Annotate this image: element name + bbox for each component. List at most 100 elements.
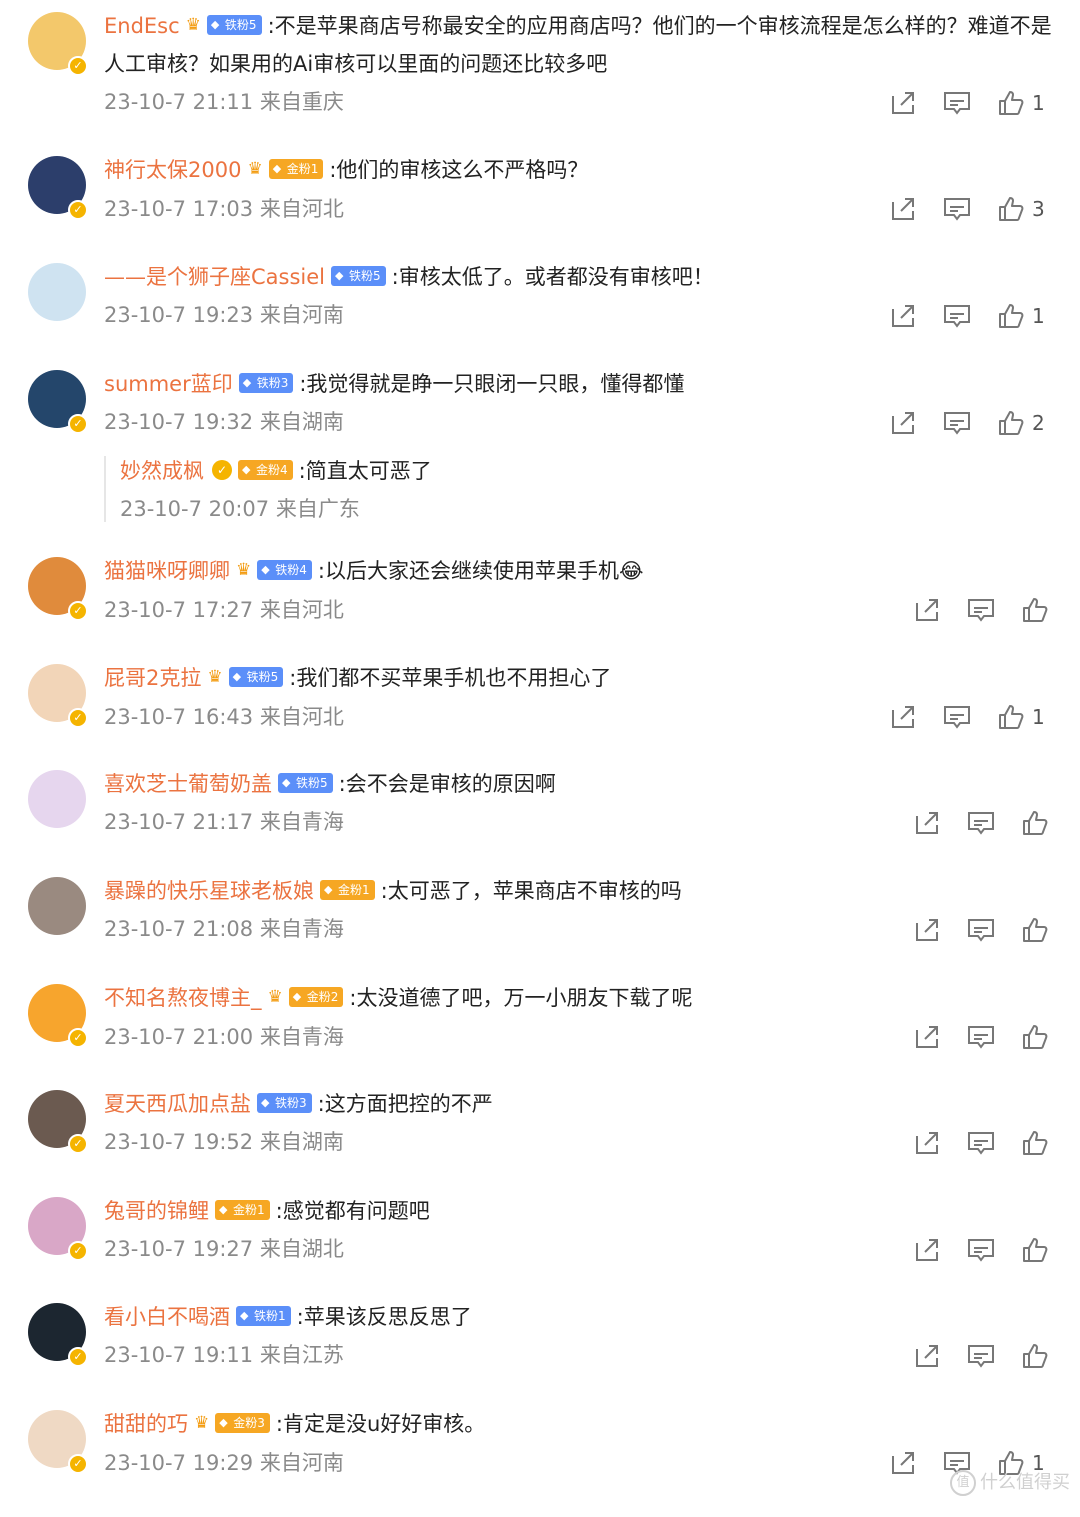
comment-icon[interactable]	[942, 702, 972, 732]
verified-badge-icon: ✓	[68, 1241, 88, 1261]
like-icon[interactable]	[996, 194, 1026, 224]
comment-text: :会不会是审核的原因啊	[338, 772, 556, 796]
username[interactable]: 夏天西瓜加点盐	[104, 1092, 251, 1116]
username[interactable]: 神行太保2000	[104, 158, 241, 182]
comment-icon[interactable]	[966, 1341, 996, 1371]
comment-location: 来自青海	[259, 810, 344, 834]
comment-item: ✓ 屁哥2克拉 ♛铁粉5:我们都不买苹果手机也不用担心了 23-10-7 16:4…	[0, 664, 1080, 771]
comment-time: 23-10-7 21:08	[104, 917, 254, 941]
fan-badge: 铁粉5	[206, 15, 262, 35]
crown-icon: ♛	[247, 158, 263, 179]
comment-icon[interactable]	[942, 194, 972, 224]
like-icon[interactable]	[996, 301, 1026, 331]
comment-item: ✓ 看小白不喝酒铁粉1:苹果该反思反思了 23-10-7 19:11 来自江苏	[0, 1303, 1080, 1410]
username[interactable]: 看小白不喝酒	[104, 1305, 230, 1329]
like-icon[interactable]	[1020, 1022, 1050, 1052]
comment-icon[interactable]	[942, 88, 972, 118]
share-icon[interactable]	[888, 301, 918, 331]
like-count: 1	[1032, 91, 1045, 115]
comment-location: 来自河南	[259, 1450, 344, 1475]
comment-time: 23-10-7 19:32	[104, 410, 254, 434]
share-icon[interactable]	[912, 915, 942, 945]
share-icon[interactable]	[912, 595, 942, 625]
fan-badge: 铁粉4	[257, 560, 312, 580]
like-icon[interactable]	[996, 88, 1026, 118]
like-icon[interactable]	[1020, 595, 1050, 625]
share-icon[interactable]	[912, 1235, 942, 1265]
like-icon[interactable]	[1020, 915, 1050, 945]
watermark: 值什么值得买	[950, 1468, 1070, 1496]
like-icon[interactable]	[1020, 808, 1050, 838]
comment-location: 来自河北	[259, 704, 344, 729]
comment-text: :太没道德了吧，万一小朋友下载了呢	[349, 986, 693, 1010]
reply-username[interactable]: 妙然成枫	[120, 459, 204, 483]
like-icon[interactable]	[1020, 1128, 1050, 1158]
comment-time: 23-10-7 17:03	[104, 196, 254, 221]
comment-location: 来自湖南	[259, 410, 344, 434]
comment-icon[interactable]	[966, 1235, 996, 1265]
comment-icon[interactable]	[966, 915, 996, 945]
comment-text: :苹果该反思反思了	[296, 1305, 472, 1329]
comment-item: ✓ 夏天西瓜加点盐铁粉3:这方面把控的不严 23-10-7 19:52 来自湖南	[0, 1090, 1080, 1197]
like-count: 1	[1032, 304, 1045, 328]
verified-badge-icon: ✓	[68, 56, 88, 76]
like-icon[interactable]	[996, 408, 1026, 438]
like-icon[interactable]	[1020, 1341, 1050, 1371]
comment-time: 23-10-7 16:43	[104, 704, 254, 729]
username[interactable]: 喜欢芝士葡萄奶盖	[104, 772, 272, 796]
comment-location: 来自重庆	[259, 89, 344, 114]
username[interactable]: 兔哥的锦鲤	[104, 1199, 209, 1223]
comment-icon[interactable]	[942, 301, 972, 331]
share-icon[interactable]	[912, 1128, 942, 1158]
share-icon[interactable]	[888, 702, 918, 732]
share-icon[interactable]	[912, 1341, 942, 1371]
verified-badge-icon: ✓	[68, 1347, 88, 1367]
comment-icon[interactable]	[966, 1022, 996, 1052]
username[interactable]: EndEsc	[104, 14, 180, 38]
username[interactable]: 甜甜的巧	[104, 1412, 188, 1436]
comment-item: ✓ 兔哥的锦鲤金粉1:感觉都有问题吧 23-10-7 19:27 来自湖北	[0, 1197, 1080, 1304]
verified-badge-icon: ✓	[68, 414, 88, 434]
comment-item: 喜欢芝士葡萄奶盖铁粉5:会不会是审核的原因啊 23-10-7 21:17 来自青…	[0, 770, 1080, 877]
comment-time: 23-10-7 19:11	[104, 1343, 254, 1367]
reply-item: 妙然成枫 ✓ 金粉4:简直太可恶了 23-10-7 20:07 来自广东	[104, 456, 820, 522]
comment-time: 23-10-7 21:17	[104, 810, 254, 834]
comment-text: :以后大家还会继续使用苹果手机	[317, 559, 619, 583]
username[interactable]: 暴躁的快乐星球老板娘	[104, 879, 314, 903]
avatar[interactable]	[28, 770, 86, 828]
like-icon[interactable]	[1020, 1235, 1050, 1265]
like-count: 2	[1032, 411, 1045, 435]
comment-location: 来自河北	[259, 196, 344, 221]
share-icon[interactable]	[888, 408, 918, 438]
comment-icon[interactable]	[966, 808, 996, 838]
comment-icon[interactable]	[966, 595, 996, 625]
share-icon[interactable]	[912, 808, 942, 838]
like-icon[interactable]	[996, 702, 1026, 732]
share-icon[interactable]	[888, 88, 918, 118]
crown-icon: ♛	[267, 986, 283, 1007]
comment-icon[interactable]	[942, 408, 972, 438]
username[interactable]: summer蓝印	[104, 372, 233, 396]
comment-text: :我们都不买苹果手机也不用担心了	[289, 666, 612, 690]
avatar[interactable]	[28, 263, 86, 321]
fan-badge: 铁粉5	[228, 667, 284, 687]
comment-location: 来自湖北	[259, 1237, 344, 1261]
like-count: 1	[1032, 705, 1045, 729]
share-icon[interactable]	[912, 1022, 942, 1052]
fan-badge: 铁粉3	[257, 1093, 312, 1113]
username[interactable]: 不知名熬夜博主_	[104, 986, 262, 1010]
fan-badge: 铁粉5	[331, 266, 386, 286]
comment-item: ✓ 甜甜的巧 ♛金粉3:肯定是没u好好审核。 23-10-7 19:29 来自河南…	[0, 1410, 1080, 1517]
username[interactable]: 屁哥2克拉	[104, 666, 201, 690]
username[interactable]: 猫猫咪呀卿卿	[104, 559, 230, 583]
share-icon[interactable]	[888, 194, 918, 224]
share-icon[interactable]	[888, 1448, 918, 1478]
avatar[interactable]	[28, 877, 86, 935]
verified-badge-icon: ✓	[68, 1454, 88, 1474]
verified-badge-icon: ✓	[212, 460, 232, 480]
username[interactable]: ——是个狮子座Cassiel	[104, 265, 325, 289]
comment-time: 23-10-7 19:52	[104, 1130, 254, 1154]
comment-location: 来自江苏	[259, 1343, 344, 1367]
comment-icon[interactable]	[966, 1128, 996, 1158]
comment-item: ✓ 不知名熬夜博主_♛金粉2:太没道德了吧，万一小朋友下载了呢 23-10-7 …	[0, 984, 1080, 1091]
